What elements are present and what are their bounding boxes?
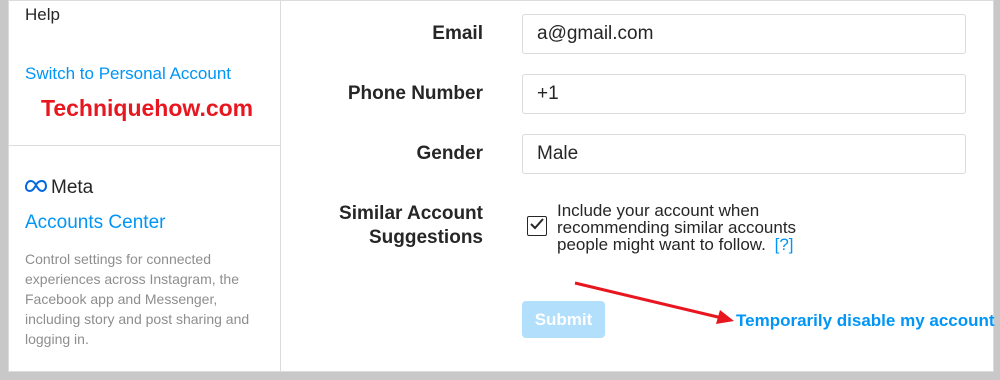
temporarily-disable-account-link[interactable]: Temporarily disable my account: [736, 311, 995, 331]
similar-account-suggestions-label-line2: Suggestions: [368, 227, 483, 248]
submit-button[interactable]: Submit: [522, 301, 605, 338]
accounts-center-link[interactable]: Accounts Center: [25, 212, 165, 234]
similar-account-suggestions-label-line1: Similar Account: [339, 203, 483, 224]
sidebar-item-help[interactable]: Help: [25, 5, 60, 25]
gender-label: Gender: [416, 143, 483, 164]
checkmark-icon: [530, 217, 544, 235]
suggestions-help-link[interactable]: [?]: [775, 235, 794, 254]
gender-field[interactable]: Male: [522, 134, 966, 174]
email-field[interactable]: a​​​​​​​​@gmail.com: [522, 14, 966, 54]
email-label: Email: [432, 23, 483, 44]
accounts-center-description: Control settings for connected experienc…: [25, 251, 250, 347]
similar-account-suggestions-text: Include your account when recommending s…: [557, 202, 827, 253]
meta-infinity-icon: [24, 179, 48, 198]
watermark-text: Techniquehow.com: [41, 95, 254, 121]
phone-number-label: Phone Number: [347, 83, 483, 104]
sidebar-divider: [9, 145, 280, 146]
meta-logo: Meta: [24, 177, 94, 199]
sidebar: Help Switch to Personal Account Techniqu…: [9, 1, 281, 371]
suggestions-description: Include your account when recommending s…: [557, 201, 797, 254]
phone-number-field[interactable]: +1: [522, 74, 966, 114]
switch-to-personal-account-link[interactable]: Switch to Personal Account: [25, 64, 231, 84]
meta-wordmark: Meta: [51, 177, 94, 198]
similar-account-suggestions-checkbox[interactable]: [527, 216, 547, 236]
